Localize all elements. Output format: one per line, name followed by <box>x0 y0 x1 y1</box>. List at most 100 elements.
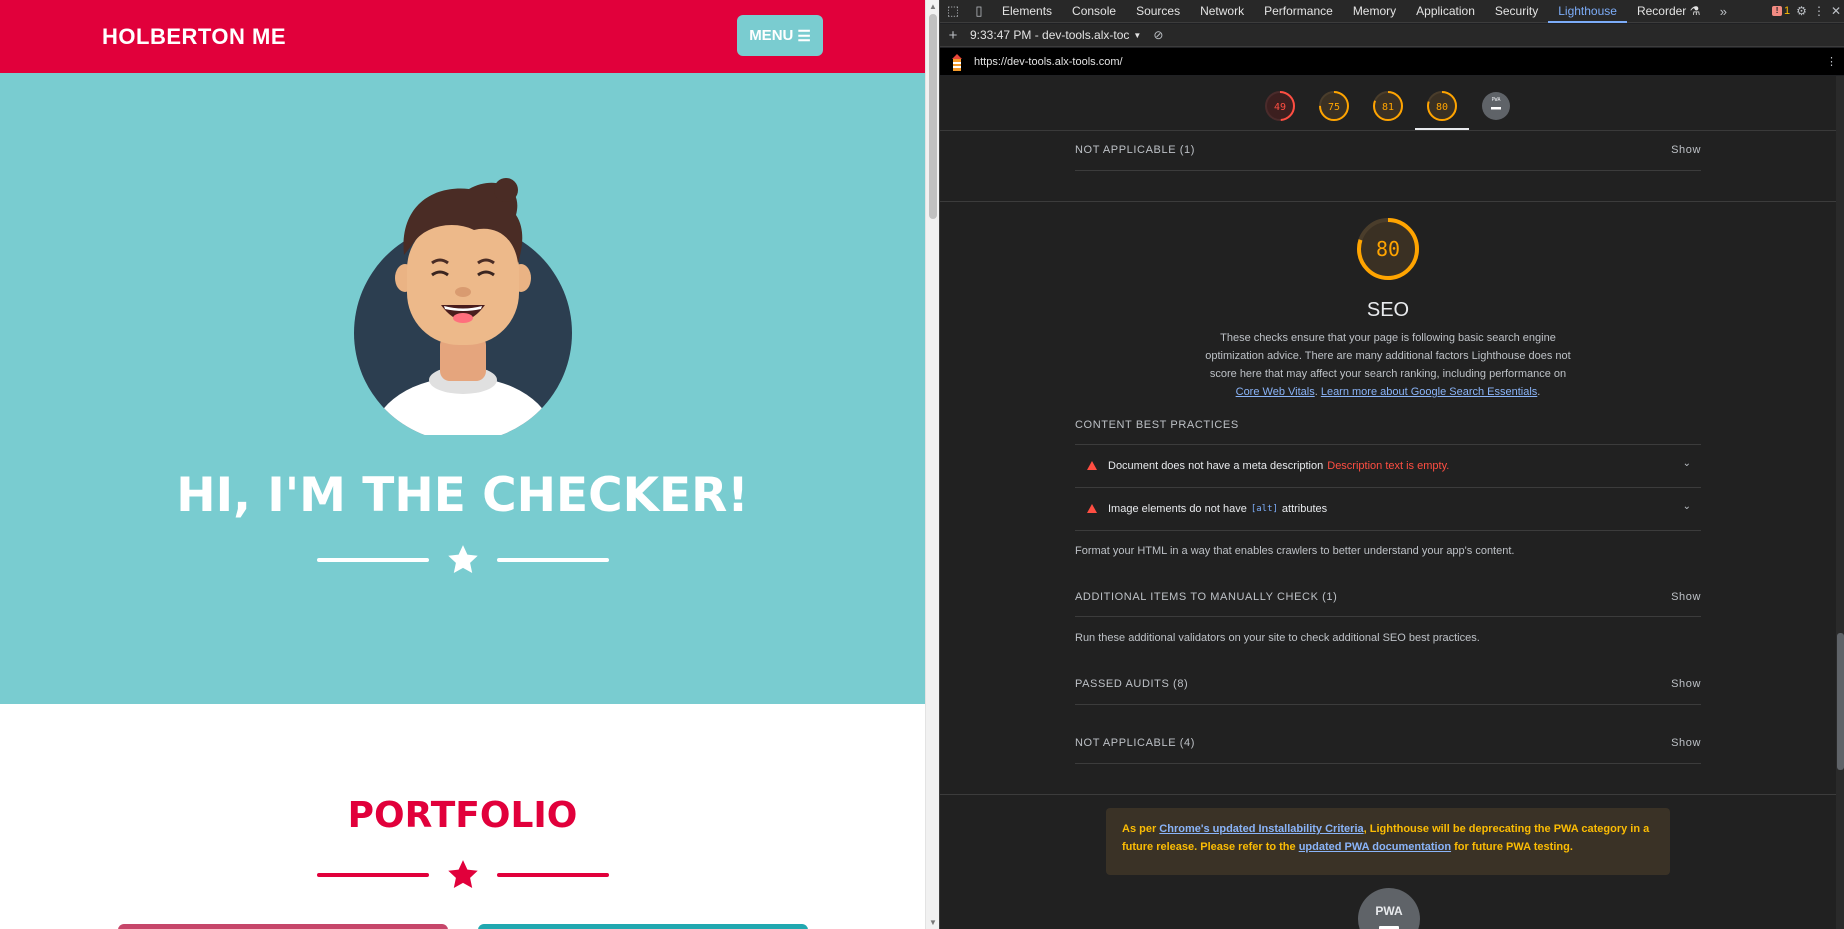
tab-console[interactable]: Console <box>1062 0 1126 23</box>
divider <box>1075 530 1701 531</box>
dropdown-arrow-icon: ▼ <box>1133 30 1142 40</box>
clear-icon[interactable]: ⊘ <box>1153 28 1163 42</box>
not-applicable-group-bottom[interactable]: NOT APPLICABLE (4) Show <box>1075 737 1701 749</box>
hero-title: HI, I'M THE CHECKER! <box>176 468 749 523</box>
scrollbar-thumb[interactable] <box>929 14 937 219</box>
pwa-badge-label: PWA <box>1375 904 1403 918</box>
installability-criteria-link[interactable]: Chrome's updated Installability Criteria <box>1159 823 1363 835</box>
report-url-bar: https://dev-tools.alx-tools.com/ ⋮ <box>940 48 1844 75</box>
divider-line <box>317 873 429 877</box>
divider <box>1075 616 1701 617</box>
audit-warning: Description text is empty. <box>1327 459 1450 472</box>
portfolio-card[interactable] <box>118 924 448 929</box>
score-summary-bar: 49 75 81 80 PWA <box>940 76 1836 131</box>
lighthouse-report: NOT APPLICABLE (1) Show 80 SEO These che… <box>940 131 1836 929</box>
new-report-icon[interactable]: + <box>940 24 966 46</box>
kebab-menu-icon[interactable]: ⋮ <box>1813 4 1825 18</box>
menu-button[interactable]: MENU ☰ <box>737 15 823 56</box>
core-web-vitals-link[interactable]: Core Web Vitals <box>1236 386 1315 398</box>
hero-section: HI, I'M THE CHECKER! <box>0 73 925 704</box>
search-essentials-link[interactable]: Learn more about Google Search Essential… <box>1321 386 1537 398</box>
website-viewport: HOLBERTON ME MENU ☰ HI, I'M THE CHECKER!… <box>0 0 925 929</box>
group-title: NOT APPLICABLE (4) <box>1075 737 1196 749</box>
section-divider <box>940 201 1836 202</box>
chevron-down-icon[interactable]: ⌄ <box>1683 501 1691 512</box>
score-value: 80 <box>1436 102 1448 113</box>
gear-icon[interactable]: ⚙ <box>1796 4 1807 18</box>
score-value: 49 <box>1274 102 1286 113</box>
more-tabs-icon[interactable]: » <box>1710 0 1736 22</box>
star-icon <box>448 860 478 889</box>
score-gauge-accessibility[interactable]: 75 <box>1317 89 1351 123</box>
score-gauge-best-practices[interactable]: 81 <box>1371 89 1405 123</box>
passed-audits-group[interactable]: PASSED AUDITS (8) Show <box>1075 678 1701 690</box>
tab-lighthouse[interactable]: Lighthouse <box>1548 0 1627 23</box>
chevron-down-icon[interactable]: ⌄ <box>1683 458 1691 469</box>
close-icon[interactable]: ✕ <box>1831 4 1841 18</box>
seo-title: SEO <box>1366 299 1410 321</box>
scroll-down-icon[interactable]: ▼ <box>929 918 937 927</box>
score-gauge-performance[interactable]: 49 <box>1263 89 1297 123</box>
star-icon <box>448 545 478 574</box>
notice-text: for future PWA testing. <box>1451 841 1573 853</box>
show-toggle[interactable]: Show <box>1671 144 1701 156</box>
tab-network[interactable]: Network <box>1190 0 1254 23</box>
url-menu-icon[interactable]: ⋮ <box>1826 55 1837 68</box>
lighthouse-toolbar: + 9:33:47 PM - dev-tools.alx-toc ▼ ⊘ <box>940 24 1844 47</box>
divider <box>1075 763 1701 764</box>
scrollbar-thumb[interactable] <box>1837 633 1844 770</box>
show-toggle[interactable]: Show <box>1671 591 1701 603</box>
hero-star-divider <box>317 543 609 577</box>
score-gauge-seo[interactable]: 80 <box>1425 89 1459 123</box>
score-value: 81 <box>1382 102 1394 113</box>
devtools-panel: ⬚ ▯ Elements Console Sources Network Per… <box>939 0 1844 929</box>
page-scrollbar[interactable]: ▲ ▼ <box>925 0 939 929</box>
group-title: ADDITIONAL ITEMS TO MANUALLY CHECK (1) <box>1075 591 1338 603</box>
show-toggle[interactable]: Show <box>1671 737 1701 749</box>
avatar-illustration <box>354 178 572 435</box>
seo-score-gauge: 80 <box>1357 218 1419 280</box>
audit-image-alt[interactable]: Image elements do not have [alt] attribu… <box>1075 488 1701 529</box>
tab-application[interactable]: Application <box>1406 0 1485 23</box>
manual-check-note: Run these additional validators on your … <box>1075 632 1480 644</box>
audit-title: Document does not have a meta descriptio… <box>1108 459 1324 472</box>
scroll-up-icon[interactable]: ▲ <box>929 2 937 11</box>
flask-icon: ⚗ <box>1689 3 1701 18</box>
show-toggle[interactable]: Show <box>1671 678 1701 690</box>
divider-line <box>497 873 609 877</box>
portfolio-card[interactable] <box>478 924 808 929</box>
report-url[interactable]: https://dev-tools.alx-tools.com/ <box>974 56 1123 68</box>
inspect-element-icon[interactable]: ⬚ <box>940 0 966 22</box>
score-value: 75 <box>1328 102 1340 113</box>
navbar: HOLBERTON ME MENU ☰ <box>0 0 925 73</box>
tab-memory[interactable]: Memory <box>1343 0 1406 23</box>
devtools-tabbar: ⬚ ▯ Elements Console Sources Network Per… <box>940 0 1844 23</box>
score-gauge-pwa[interactable]: PWA <box>1479 89 1513 123</box>
lighthouse-icon <box>952 53 962 71</box>
audit-meta-description[interactable]: Document does not have a meta descriptio… <box>1075 445 1701 486</box>
issues-badge[interactable]: ! 1 <box>1772 5 1790 17</box>
divider-line <box>317 558 429 562</box>
pwa-documentation-link[interactable]: updated PWA documentation <box>1299 841 1451 853</box>
devtools-right-controls: ! 1 ⚙ ⋮ ✕ <box>1772 0 1841 22</box>
tab-security[interactable]: Security <box>1485 0 1548 23</box>
tab-performance[interactable]: Performance <box>1254 0 1343 23</box>
active-gauge-indicator <box>1415 128 1469 130</box>
tab-recorder[interactable]: Recorder ⚗ <box>1627 0 1710 23</box>
manual-check-group[interactable]: ADDITIONAL ITEMS TO MANUALLY CHECK (1) S… <box>1075 591 1701 603</box>
hamburger-icon: ☰ <box>797 27 811 45</box>
tab-sources[interactable]: Sources <box>1126 0 1190 23</box>
report-scrollbar[interactable] <box>1836 76 1844 929</box>
brand-logo[interactable]: HOLBERTON ME <box>102 24 286 50</box>
report-selector[interactable]: 9:33:47 PM - dev-tools.alx-toc ▼ <box>970 28 1141 42</box>
portfolio-star-divider <box>317 858 609 892</box>
tab-elements[interactable]: Elements <box>992 0 1062 23</box>
notice-text: As per <box>1122 823 1160 835</box>
device-toolbar-icon[interactable]: ▯ <box>966 0 992 22</box>
not-applicable-group-top[interactable]: NOT APPLICABLE (1) Show <box>1075 144 1701 156</box>
divider <box>1075 704 1701 705</box>
issues-count: 1 <box>1784 5 1791 17</box>
seo-score-value: 80 <box>1376 237 1400 261</box>
divider-line <box>497 558 609 562</box>
audit-title: Image elements do not have <box>1108 502 1247 515</box>
